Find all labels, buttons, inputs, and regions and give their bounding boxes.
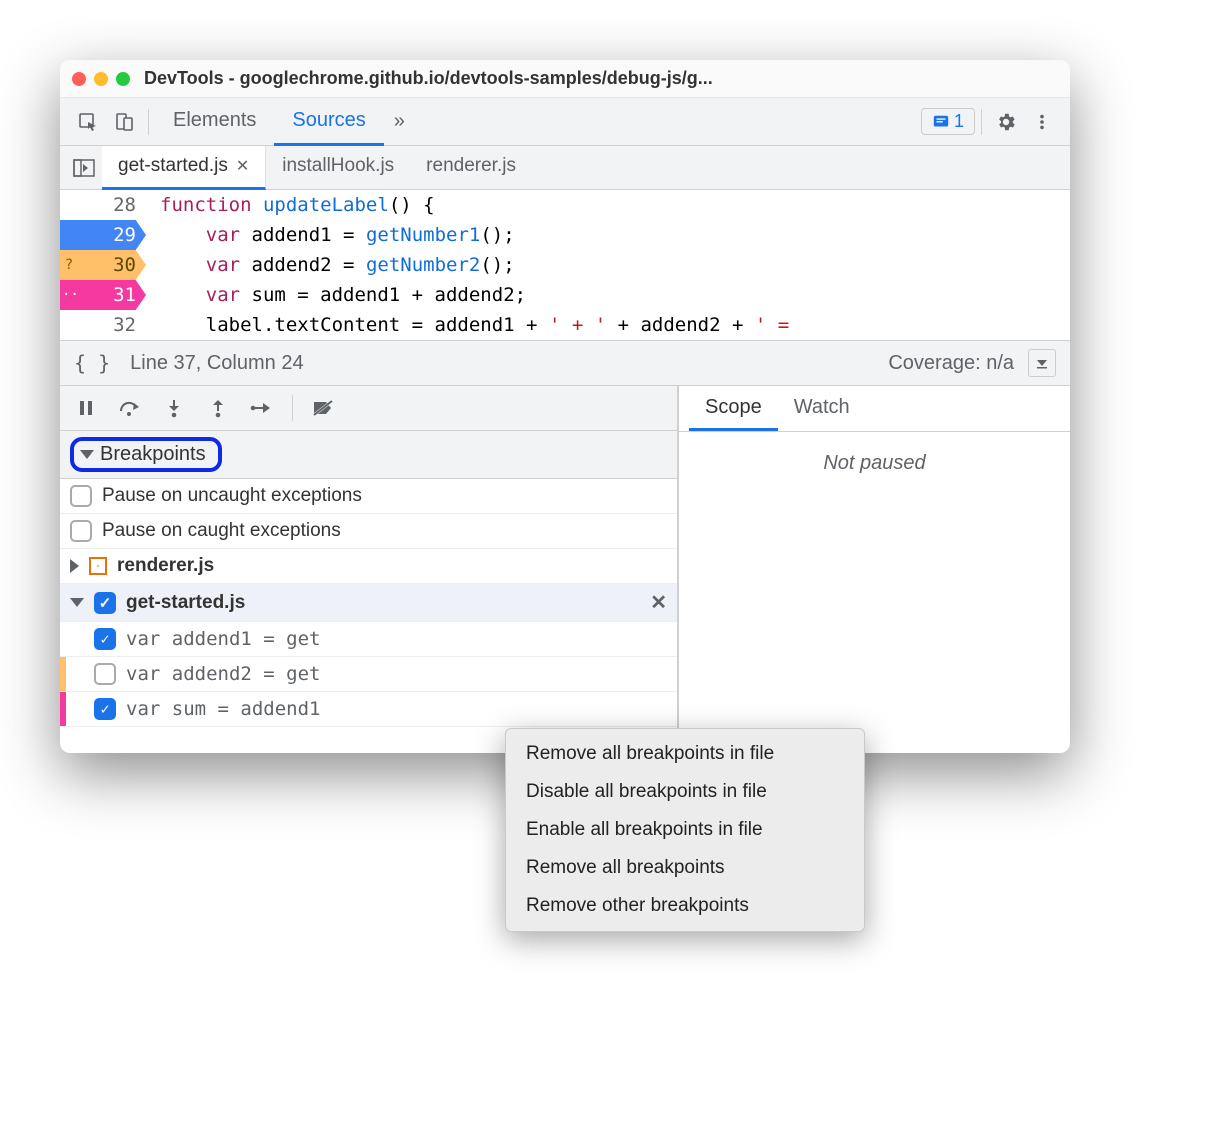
- breakpoint-file-group-renderer[interactable]: renderer.js: [60, 549, 677, 584]
- line-number-logpoint[interactable]: ··31: [60, 280, 146, 310]
- breakpoint-file-label: get-started.js: [126, 592, 245, 614]
- js-file-icon: [89, 557, 107, 575]
- file-tab-installhook[interactable]: installHook.js: [266, 146, 410, 190]
- breakpoint-item[interactable]: var sum = addend1: [60, 692, 677, 727]
- breakpoint-code: var addend1 = get: [126, 628, 320, 650]
- file-tab-label: installHook.js: [282, 155, 394, 177]
- file-tab-label: get-started.js: [118, 155, 228, 177]
- minimize-window-button[interactable]: [94, 72, 108, 86]
- checkbox-unchecked-icon[interactable]: [70, 520, 92, 542]
- editor-dropdown-icon[interactable]: [1028, 349, 1056, 377]
- issues-button[interactable]: 1: [921, 108, 975, 135]
- file-tabs: get-started.js ✕ installHook.js renderer…: [60, 146, 1070, 190]
- devtools-window: DevTools - googlechrome.github.io/devtoo…: [60, 60, 1070, 753]
- step-icon[interactable]: [242, 392, 282, 424]
- line-number[interactable]: 32: [60, 310, 146, 340]
- breakpoint-file-label: renderer.js: [117, 555, 214, 577]
- step-into-icon[interactable]: [154, 392, 194, 424]
- pause-caught-label: Pause on caught exceptions: [102, 520, 341, 542]
- window-title: DevTools - googlechrome.github.io/devtoo…: [144, 68, 713, 89]
- navigator-toggle-icon[interactable]: [66, 150, 102, 186]
- debugger-right-panel: Scope Watch Not paused: [678, 386, 1070, 753]
- checkbox-checked-icon[interactable]: [94, 592, 116, 614]
- remove-group-icon[interactable]: ✕: [650, 590, 667, 615]
- deactivate-breakpoints-icon[interactable]: [303, 392, 343, 424]
- more-tabs-icon[interactable]: »: [384, 110, 415, 133]
- not-paused-message: Not paused: [679, 432, 1070, 495]
- file-tab-get-started[interactable]: get-started.js ✕: [102, 146, 266, 190]
- ctx-remove-other[interactable]: Remove other breakpoints: [506, 887, 864, 925]
- close-tab-icon[interactable]: ✕: [236, 156, 249, 176]
- checkbox-checked-icon[interactable]: [94, 628, 116, 650]
- main-panel-tabs: Elements Sources » 1: [60, 98, 1070, 146]
- window-controls: [72, 72, 130, 86]
- kebab-menu-icon[interactable]: [1024, 104, 1060, 140]
- tab-sources[interactable]: Sources: [274, 98, 383, 146]
- debug-toolbar: [60, 386, 677, 430]
- inspect-element-icon[interactable]: [70, 104, 106, 140]
- titlebar: DevTools - googlechrome.github.io/devtoo…: [60, 60, 1070, 98]
- breakpoints-context-menu: Remove all breakpoints in file Disable a…: [505, 728, 865, 932]
- ctx-remove-all[interactable]: Remove all breakpoints: [506, 849, 864, 887]
- checkbox-checked-icon[interactable]: [94, 698, 116, 720]
- debugger-body: Breakpoints Pause on uncaught exceptions…: [60, 386, 1070, 753]
- checkbox-unchecked-icon[interactable]: [94, 663, 116, 685]
- tab-elements[interactable]: Elements: [155, 98, 274, 146]
- breakpoints-section-header[interactable]: Breakpoints: [60, 430, 677, 479]
- ctx-enable-all-in-file[interactable]: Enable all breakpoints in file: [506, 811, 864, 849]
- breakpoint-code: var addend2 = get: [126, 663, 320, 685]
- file-tab-label: renderer.js: [426, 155, 516, 177]
- editor-statusbar: { } Line 37, Column 24 Coverage: n/a: [60, 340, 1070, 386]
- divider: [981, 109, 982, 135]
- disclosure-triangle-icon[interactable]: [70, 598, 84, 607]
- ctx-remove-all-in-file[interactable]: Remove all breakpoints in file: [506, 735, 864, 773]
- step-out-icon[interactable]: [198, 392, 238, 424]
- line-gutter[interactable]: 28 29 ?30 ··31 32: [60, 190, 146, 340]
- coverage-status: Coverage: n/a: [888, 352, 1014, 375]
- step-over-icon[interactable]: [110, 392, 150, 424]
- divider: [292, 395, 293, 421]
- breakpoint-file-group-get-started[interactable]: get-started.js ✕: [60, 584, 677, 622]
- scope-watch-tabs: Scope Watch: [679, 386, 1070, 432]
- ctx-disable-all-in-file[interactable]: Disable all breakpoints in file: [506, 773, 864, 811]
- line-number-breakpoint[interactable]: 29: [60, 220, 146, 250]
- line-number-conditional-breakpoint[interactable]: ?30: [60, 250, 146, 280]
- maximize-window-button[interactable]: [116, 72, 130, 86]
- breakpoints-label: Breakpoints: [100, 443, 206, 466]
- tab-scope[interactable]: Scope: [689, 386, 778, 431]
- pause-uncaught-label: Pause on uncaught exceptions: [102, 485, 362, 507]
- checkbox-unchecked-icon[interactable]: [70, 485, 92, 507]
- code-editor[interactable]: 28 29 ?30 ··31 32 function updateLabel()…: [60, 190, 1070, 340]
- pause-icon[interactable]: [66, 392, 106, 424]
- close-window-button[interactable]: [72, 72, 86, 86]
- tab-watch[interactable]: Watch: [778, 386, 866, 431]
- breakpoint-code: var sum = addend1: [126, 698, 320, 720]
- disclosure-triangle-icon[interactable]: [80, 450, 94, 459]
- cursor-position: Line 37, Column 24: [130, 352, 303, 375]
- pause-caught-exceptions-checkbox[interactable]: Pause on caught exceptions: [60, 514, 677, 549]
- breakpoint-item[interactable]: var addend2 = get: [60, 657, 677, 692]
- device-toolbar-icon[interactable]: [106, 104, 142, 140]
- file-tab-renderer[interactable]: renderer.js: [410, 146, 532, 190]
- divider: [148, 109, 149, 135]
- disclosure-triangle-icon[interactable]: [70, 559, 79, 573]
- pretty-print-icon[interactable]: { }: [74, 351, 120, 375]
- breakpoint-item[interactable]: var addend1 = get: [60, 622, 677, 657]
- code-area[interactable]: function updateLabel() { var addend1 = g…: [146, 190, 789, 340]
- debugger-left-panel: Breakpoints Pause on uncaught exceptions…: [60, 386, 678, 753]
- settings-icon[interactable]: [988, 104, 1024, 140]
- issues-count: 1: [954, 111, 964, 132]
- pause-uncaught-exceptions-checkbox[interactable]: Pause on uncaught exceptions: [60, 479, 677, 514]
- line-number[interactable]: 28: [60, 190, 146, 220]
